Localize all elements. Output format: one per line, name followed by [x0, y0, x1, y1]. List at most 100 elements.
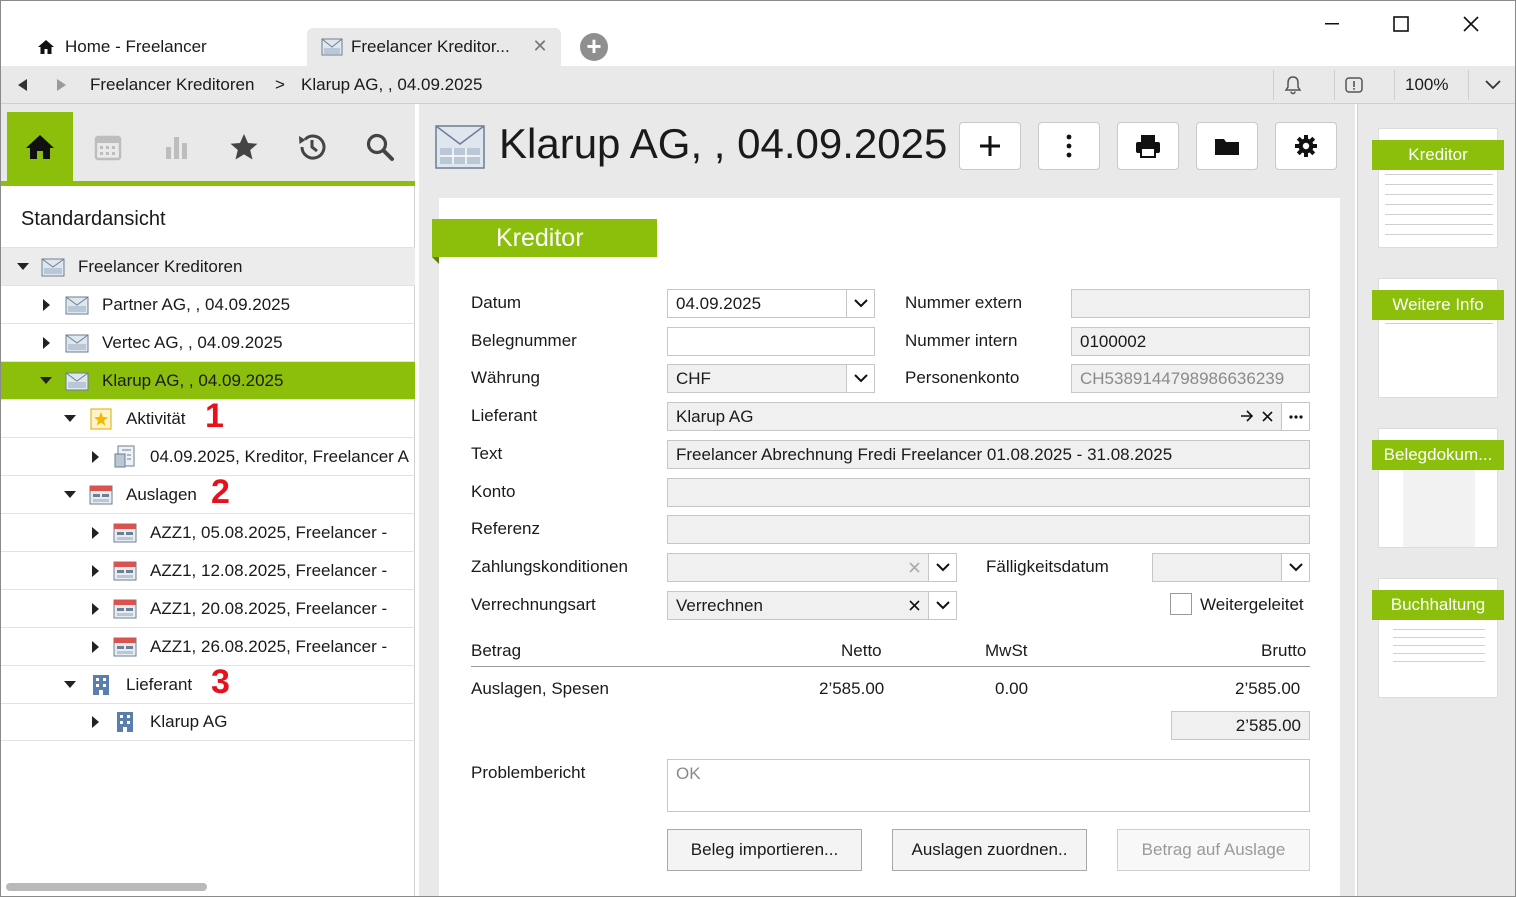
caret-down-icon[interactable]	[63, 488, 77, 502]
more-options-button[interactable]	[1038, 122, 1100, 170]
folder-icon	[1215, 139, 1239, 155]
caret-right-icon[interactable]	[39, 336, 53, 350]
tree-row[interactable]: Freelancer Kreditoren	[1, 247, 415, 285]
breadcrumb-folder[interactable]: Freelancer Kreditoren	[90, 75, 254, 95]
tab-close-icon[interactable]: ✕	[531, 37, 549, 55]
breadcrumb-separator: >	[275, 75, 285, 94]
settings-button[interactable]	[1275, 122, 1337, 170]
more-vertical-icon	[1066, 134, 1072, 158]
caret-down-icon[interactable]	[63, 412, 77, 426]
tree-row[interactable]: Lieferant 3	[1, 665, 415, 703]
tree-label: AZZ1, 12.08.2025, Freelancer -	[150, 560, 388, 580]
forward-arrow-icon[interactable]	[51, 75, 71, 95]
favorites-nav-button[interactable]	[211, 112, 277, 181]
label-nummer-intern: Nummer intern	[905, 331, 1018, 350]
bell-icon[interactable]	[1282, 74, 1304, 96]
zahlungskonditionen-select[interactable]	[667, 553, 957, 582]
zoom-level[interactable]: 100%	[1405, 75, 1448, 95]
tree-row[interactable]: AZZ1, 20.08.2025, Freelancer -	[1, 589, 415, 627]
chevron-down-icon[interactable]	[928, 592, 956, 619]
chevron-down-icon[interactable]	[846, 290, 874, 317]
faelligkeitsdatum-field[interactable]	[1152, 553, 1310, 582]
caret-right-icon[interactable]	[39, 298, 53, 312]
minimize-icon[interactable]	[1315, 9, 1349, 39]
weitergeleitet-checkbox[interactable]	[1170, 593, 1192, 615]
breadcrumb-current[interactable]: Klarup AG, , 04.09.2025	[301, 75, 482, 95]
caret-right-icon[interactable]	[88, 715, 102, 729]
tab-kreditor[interactable]: Freelancer Kreditor... ✕	[307, 28, 561, 66]
view-title[interactable]: Standardansicht	[21, 208, 166, 231]
tree-row-selected[interactable]: Klarup AG, , 04.09.2025	[1, 361, 415, 399]
caret-down-icon[interactable]	[63, 678, 77, 692]
chevron-down-icon[interactable]	[1281, 554, 1309, 581]
ellipsis-icon[interactable]	[1281, 403, 1309, 430]
tree-row[interactable]: Aktivität 1	[1, 399, 415, 437]
caret-right-icon[interactable]	[88, 526, 102, 540]
clear-icon[interactable]	[1257, 403, 1277, 430]
close-window-icon[interactable]	[1454, 9, 1488, 39]
chevron-down-icon[interactable]	[1482, 74, 1504, 96]
nummer-extern-field[interactable]	[1071, 289, 1310, 318]
app-window: Home - Freelancer Freelancer Kreditor...…	[0, 0, 1516, 897]
betrag-auf-auslage-button[interactable]: Betrag auf Auslage	[1117, 829, 1310, 871]
calendar-nav-button[interactable]	[75, 112, 141, 181]
tree-row[interactable]: Auslagen 2	[1, 475, 415, 513]
tab-home[interactable]: Home - Freelancer	[13, 28, 303, 66]
maximize-icon[interactable]	[1384, 9, 1418, 39]
arrow-right-icon[interactable]	[1237, 403, 1257, 430]
navigation-toolbar	[1, 104, 415, 186]
tree-row[interactable]: Klarup AG	[1, 703, 415, 741]
horizontal-scrollbar[interactable]	[6, 883, 207, 891]
tree-row[interactable]: Vertec AG, , 04.09.2025	[1, 323, 415, 361]
chart-nav-button[interactable]	[143, 112, 209, 181]
home-nav-button[interactable]	[7, 112, 73, 181]
clear-icon[interactable]	[904, 592, 924, 619]
belegnummer-field[interactable]	[667, 327, 875, 356]
caret-right-icon[interactable]	[88, 564, 102, 578]
chevron-down-icon[interactable]	[846, 365, 874, 392]
personenkonto-value: CH5389144798986636239	[1080, 369, 1285, 388]
datum-field[interactable]: 04.09.2025	[667, 289, 875, 318]
open-folder-button[interactable]	[1196, 122, 1258, 170]
kreditor-icon	[65, 369, 89, 393]
amount-header-betrag: Betrag	[471, 641, 522, 660]
caret-down-icon[interactable]	[39, 374, 53, 388]
chevron-down-icon[interactable]	[928, 554, 956, 581]
problembericht-field[interactable]: OK	[667, 759, 1310, 812]
konto-field[interactable]	[667, 478, 1310, 507]
clear-icon[interactable]	[904, 554, 924, 581]
auslagen-zuordnen-button[interactable]: Auslagen zuordnen..	[892, 829, 1087, 871]
caret-down-icon[interactable]	[16, 260, 30, 274]
nummer-intern-field[interactable]: 0100002	[1071, 327, 1310, 356]
add-tab-icon[interactable]: +	[580, 33, 608, 61]
caret-right-icon[interactable]	[88, 602, 102, 616]
page-label-buchhaltung[interactable]: Buchhaltung	[1372, 590, 1504, 620]
personenkonto-field[interactable]: CH5389144798986636239	[1071, 364, 1310, 393]
info-alert-icon[interactable]	[1343, 74, 1365, 96]
page-label-weitere-info[interactable]: Weitere Info	[1372, 290, 1504, 320]
history-nav-button[interactable]	[279, 112, 345, 181]
caret-right-icon[interactable]	[88, 640, 102, 654]
tree-row[interactable]: Partner AG, , 04.09.2025	[1, 285, 415, 323]
referenz-field[interactable]	[667, 515, 1310, 544]
page-label-belegdokument[interactable]: Belegdokum...	[1372, 440, 1504, 470]
kreditor-icon	[321, 36, 343, 58]
tree-row[interactable]: 04.09.2025, Kreditor, Freelancer A	[1, 437, 415, 475]
calendar-icon	[94, 135, 122, 160]
verrechnungsart-select[interactable]: Verrechnen	[667, 591, 957, 620]
caret-right-icon[interactable]	[88, 450, 102, 464]
tree-row[interactable]: AZZ1, 05.08.2025, Freelancer -	[1, 513, 415, 551]
kreditor-icon	[65, 331, 89, 355]
label-zahlungskonditionen: Zahlungskonditionen	[471, 557, 628, 576]
back-arrow-icon[interactable]	[13, 75, 33, 95]
text-field[interactable]: Freelancer Abrechnung Fredi Freelancer 0…	[667, 440, 1310, 469]
lieferant-field[interactable]: Klarup AG	[667, 402, 1310, 431]
print-button[interactable]	[1117, 122, 1179, 170]
page-label-kreditor[interactable]: Kreditor	[1372, 140, 1504, 170]
tree-row[interactable]: AZZ1, 12.08.2025, Freelancer -	[1, 551, 415, 589]
beleg-importieren-button[interactable]: Beleg importieren...	[667, 829, 862, 871]
add-button[interactable]	[959, 122, 1021, 170]
search-nav-button[interactable]	[347, 112, 413, 181]
tree-row[interactable]: AZZ1, 26.08.2025, Freelancer -	[1, 627, 415, 665]
waehrung-select[interactable]: CHF	[667, 364, 875, 393]
